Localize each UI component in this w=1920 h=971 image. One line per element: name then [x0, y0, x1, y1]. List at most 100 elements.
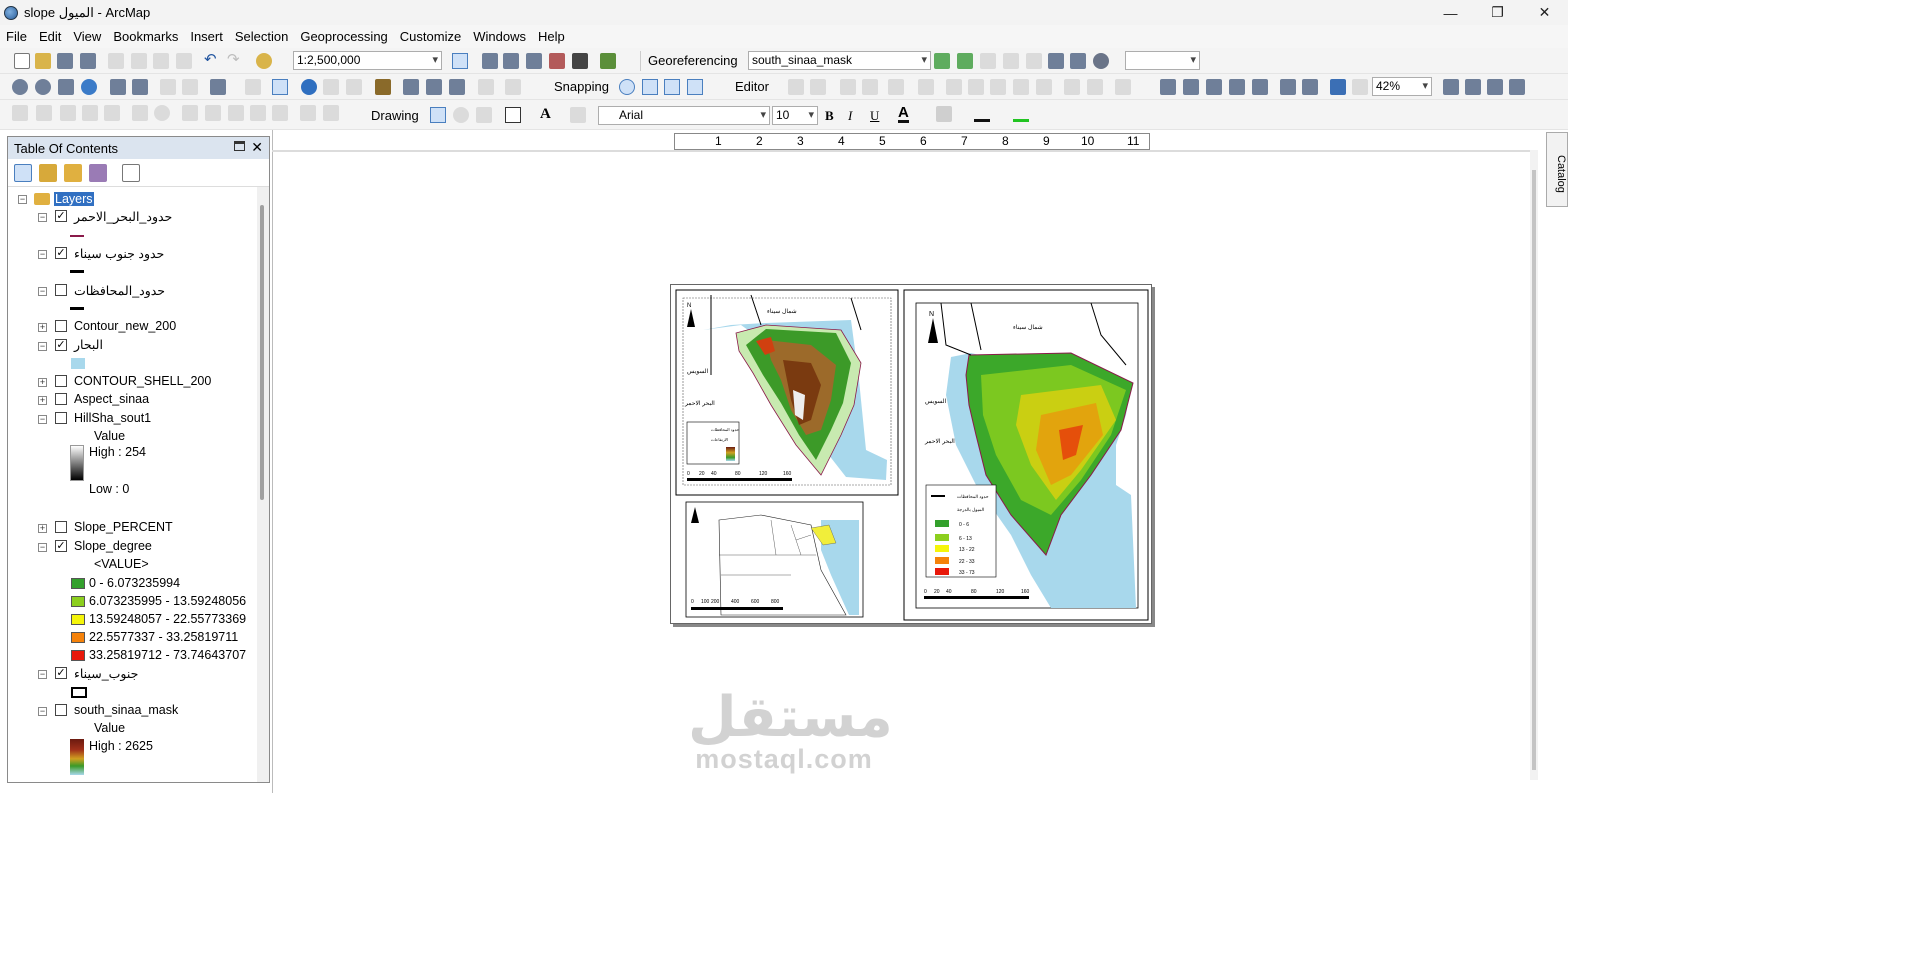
focus-data-frame-icon[interactable] [1465, 79, 1481, 95]
toc-scroll-thumb[interactable] [260, 205, 264, 500]
toc-close-icon[interactable]: ✕ [251, 139, 263, 156]
zoom-whole-page-icon[interactable] [1229, 79, 1245, 95]
collapse-layers-icon[interactable]: − [18, 195, 27, 204]
layer-name[interactable]: south_sinaa_mask [74, 701, 178, 719]
html-popup-icon[interactable] [346, 79, 362, 95]
swipe-icon[interactable] [505, 79, 521, 95]
select-elements-icon[interactable] [272, 79, 288, 95]
layout-scroll-thumb[interactable] [1532, 170, 1536, 770]
cut-polygons-icon[interactable] [968, 79, 984, 95]
search-window-icon[interactable] [549, 53, 565, 69]
spatial-adjust-icon[interactable] [132, 105, 148, 121]
print-icon[interactable] [80, 53, 96, 69]
menu-customize[interactable]: Customize [394, 29, 467, 44]
layer-checkbox[interactable] [55, 704, 67, 716]
font-size-combo[interactable]: 10 [772, 106, 818, 125]
expand-toggle[interactable]: + [38, 396, 47, 405]
fixed-zoom-out-layout-icon[interactable] [1302, 79, 1318, 95]
previous-extent-layout-icon[interactable] [1330, 79, 1346, 95]
layer-name[interactable]: CONTOUR_SHELL_200 [74, 372, 211, 390]
layer-name[interactable]: حدود_المحافظات [74, 281, 165, 299]
expand-toggle[interactable]: − [38, 250, 47, 259]
select-elements-draw-icon[interactable] [430, 107, 446, 123]
drawing-menu[interactable]: Drawing [371, 108, 419, 123]
viewer-icon[interactable] [1048, 53, 1064, 69]
menu-insert[interactable]: Insert [184, 29, 229, 44]
vertex-snapping-icon[interactable] [664, 79, 680, 95]
layer-name[interactable]: البحار [74, 335, 103, 353]
undo-icon[interactable]: ↶ [204, 52, 220, 69]
layer-name[interactable]: Slope_degree [74, 537, 152, 555]
layer-checkbox[interactable]: ✓ [55, 667, 67, 679]
forward-extent-icon[interactable] [182, 79, 198, 95]
layers-root[interactable]: Layers [34, 190, 94, 208]
restore-button[interactable]: ❐ [1474, 0, 1521, 25]
next-extent-layout-icon[interactable] [1352, 79, 1368, 95]
close-window-button[interactable]: ✕ [1521, 0, 1568, 25]
cut-icon[interactable] [108, 53, 124, 69]
back-extent-icon[interactable] [160, 79, 176, 95]
underline-button[interactable]: U [870, 108, 879, 124]
map-scale-combo[interactable]: 1:2,500,000 [293, 51, 442, 70]
layout-page[interactable]: شمال سيناء السويس البحر الاحمر N حدود ال… [670, 284, 1152, 624]
layout-scrollbar[interactable] [1530, 150, 1538, 780]
menu-file[interactable]: File [0, 29, 33, 44]
construct-icon[interactable] [104, 105, 120, 121]
fill-color-icon[interactable] [936, 106, 952, 122]
dock-icon[interactable] [234, 141, 245, 151]
toc-scrollbar[interactable] [257, 187, 269, 782]
paste-icon[interactable] [153, 53, 169, 69]
layer-checkbox[interactable] [55, 375, 67, 387]
expand-toggle[interactable]: − [38, 543, 47, 552]
end-snapping-icon[interactable] [642, 79, 658, 95]
menu-help[interactable]: Help [532, 29, 571, 44]
layer-name[interactable]: جنوب_سيناء [74, 664, 138, 682]
globe-tool-icon[interactable] [154, 105, 170, 121]
table-window-icon[interactable] [482, 53, 498, 69]
layer-checkbox[interactable] [55, 284, 67, 296]
point-snapping-icon[interactable] [619, 79, 635, 95]
italic-button[interactable]: I [848, 108, 852, 124]
redo-icon[interactable]: ↷ [227, 52, 243, 69]
list-by-selection-icon[interactable] [89, 163, 107, 182]
menu-geoprocessing[interactable]: Geoprocessing [294, 29, 393, 44]
add-data-icon[interactable] [256, 53, 272, 69]
pan-icon[interactable] [58, 79, 74, 95]
layer-checkbox[interactable] [55, 320, 67, 332]
open-icon[interactable] [35, 53, 51, 69]
layer-name[interactable]: Contour_new_200 [74, 317, 176, 335]
arctoolbox-icon[interactable] [503, 53, 519, 69]
layer-checkbox[interactable]: ✓ [55, 247, 67, 259]
rectangle-icon[interactable] [505, 107, 521, 123]
extend-icon[interactable] [323, 105, 339, 121]
zoom-to-elements-icon[interactable] [476, 107, 492, 123]
expand-toggle[interactable]: − [38, 213, 47, 222]
select-link-icon[interactable] [980, 53, 996, 69]
smooth-icon[interactable] [205, 105, 221, 121]
layer-name[interactable]: HillSha_sout1 [74, 409, 151, 427]
delete-link-icon[interactable] [1026, 53, 1042, 69]
save-icon[interactable] [57, 53, 73, 69]
find-icon[interactable] [403, 79, 419, 95]
menu-bookmarks[interactable]: Bookmarks [107, 29, 184, 44]
fixed-zoom-in-icon[interactable] [110, 79, 126, 95]
font-color-button[interactable]: A [898, 105, 909, 123]
layer-name[interactable]: حدود_البحر_الاحمر [74, 207, 172, 225]
layout-pan-icon[interactable] [1206, 79, 1222, 95]
identify-icon[interactable] [301, 79, 317, 95]
toc-options-icon[interactable] [122, 163, 140, 182]
rotate-element-icon[interactable] [453, 107, 469, 123]
line-color-icon[interactable] [974, 106, 990, 122]
expand-toggle[interactable]: − [38, 670, 47, 679]
rotate-icon[interactable] [1093, 53, 1109, 69]
model-builder-icon[interactable] [600, 53, 616, 69]
traverse-icon[interactable] [82, 105, 98, 121]
layer-checkbox[interactable]: ✓ [55, 540, 67, 552]
edit-annotation-icon[interactable] [810, 79, 826, 95]
fixed-zoom-in-layout-icon[interactable] [1280, 79, 1296, 95]
fillet-icon[interactable] [300, 105, 316, 121]
georeferencing-menu[interactable]: Georeferencing [648, 53, 738, 68]
endpoint-arc-icon[interactable] [862, 79, 878, 95]
split-tool-icon[interactable] [918, 79, 934, 95]
list-by-source-icon[interactable] [39, 163, 57, 182]
